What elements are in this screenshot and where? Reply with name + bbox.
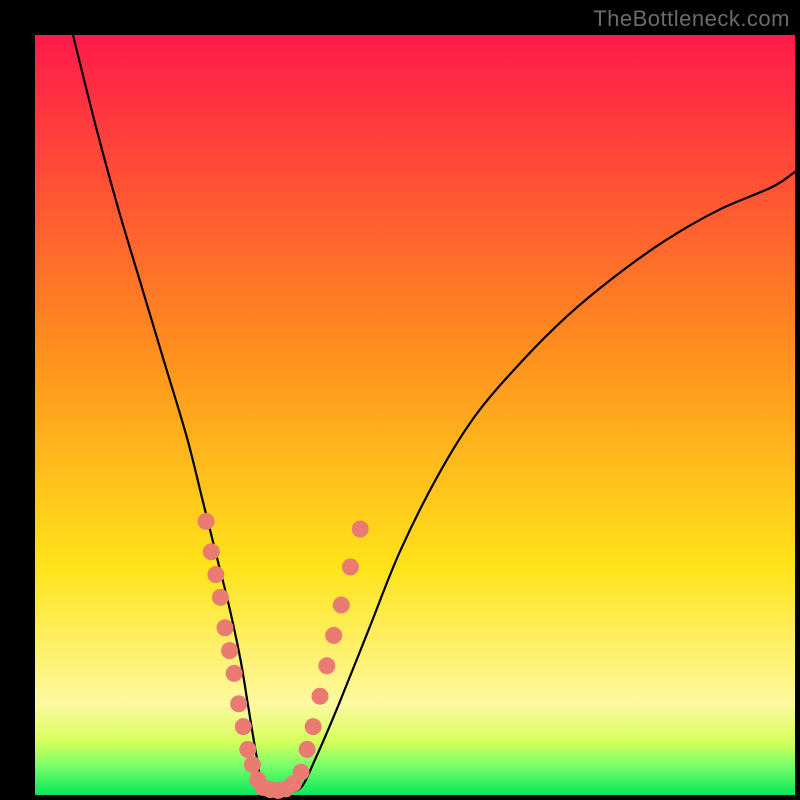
outer-frame: TheBottleneck.com [0,0,800,800]
marker-dot [293,764,310,781]
bottleneck-curve [73,35,795,792]
plot-area [35,35,795,795]
marker-dot [235,718,252,735]
marker-dot [244,756,261,773]
marker-dot [325,627,342,644]
marker-dot [342,559,359,576]
marker-dot [217,619,234,636]
marker-dot [203,543,220,560]
marker-dot [207,566,224,583]
marker-dot [299,741,316,758]
marker-dot [333,597,350,614]
chart-svg [35,35,795,795]
marker-dot [230,695,247,712]
watermark-text: TheBottleneck.com [593,6,790,32]
marker-dot [352,521,369,538]
marker-dot [312,688,329,705]
marker-dot [239,741,256,758]
marker-dot [305,718,322,735]
marker-dot [226,665,243,682]
marker-dot [198,513,215,530]
marker-dot [212,589,229,606]
marker-dot [318,657,335,674]
marker-dot [221,642,238,659]
marker-cluster [198,513,369,799]
